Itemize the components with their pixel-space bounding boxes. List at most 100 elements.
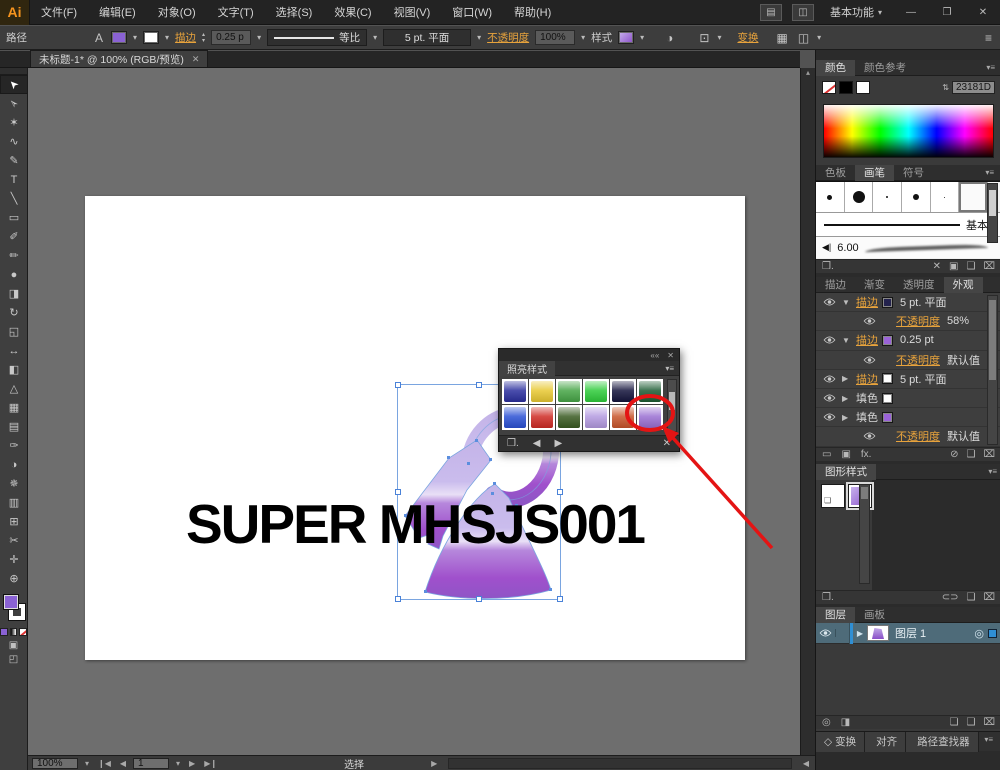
close-tab-icon[interactable]: ✕ bbox=[192, 54, 200, 65]
panel-tab[interactable]: 描边 bbox=[816, 277, 855, 293]
artboard-number-field[interactable]: 1 bbox=[133, 758, 169, 769]
visibility-eye-icon[interactable] bbox=[816, 629, 836, 637]
menu-item[interactable]: 效果(C) bbox=[323, 0, 382, 25]
new-sublayer-icon[interactable]: ❏ bbox=[950, 717, 959, 728]
appearance-row[interactable]: ▶ 填色 bbox=[816, 408, 1000, 427]
tool-button[interactable]: ✎ bbox=[0, 151, 28, 170]
width-profile-select[interactable]: 等比 bbox=[267, 29, 367, 46]
tool-button[interactable]: ↻ bbox=[0, 303, 28, 322]
panel-menu-icon[interactable]: ▾≡ bbox=[984, 735, 997, 744]
panel-tab[interactable]: 图形样式 bbox=[816, 464, 876, 480]
prev-library-icon[interactable]: ◀ bbox=[533, 438, 541, 449]
selection-handle[interactable] bbox=[476, 596, 482, 602]
style-swatch[interactable] bbox=[556, 379, 582, 404]
break-link-icon[interactable]: ✕ bbox=[663, 438, 671, 449]
canvas[interactable]: SUPER MHSJS001 «« ✕ 照亮样式 ▾≡ bbox=[28, 68, 800, 755]
panel-menu-icon[interactable]: ▾≡ bbox=[988, 467, 1000, 476]
remove-brush-stroke-icon[interactable]: ✕ bbox=[933, 261, 941, 272]
appearance-label[interactable]: 描边 bbox=[856, 332, 878, 348]
brush-row-basic[interactable]: 基本 bbox=[816, 213, 1000, 237]
visibility-eye-icon[interactable] bbox=[820, 394, 838, 402]
appearance-row[interactable]: ▶ 填色 bbox=[816, 389, 1000, 408]
appearance-label[interactable]: 描边 bbox=[856, 371, 878, 387]
selection-handle[interactable] bbox=[476, 382, 482, 388]
layer-thumbnail[interactable] bbox=[867, 625, 889, 641]
panel-tab[interactable]: 照亮样式 bbox=[499, 361, 555, 376]
document-layout-icon[interactable]: ◫ bbox=[792, 4, 814, 21]
chevron-down-icon[interactable]: ▾ bbox=[165, 33, 169, 42]
panel-title-bar[interactable]: «« ✕ bbox=[499, 349, 679, 361]
panel-tab[interactable]: 符号 bbox=[894, 165, 933, 181]
tool-button[interactable]: ▥ bbox=[0, 493, 28, 512]
stroke-weight-stepper[interactable]: ▴▾ bbox=[202, 32, 205, 44]
select-similar-icon[interactable]: ⊡ bbox=[697, 31, 711, 45]
panel-menu-icon[interactable]: ▾≡ bbox=[986, 63, 999, 72]
new-effect-icon[interactable]: fx. bbox=[861, 449, 872, 460]
collapsed-panel-tab[interactable]: ◇ 变换 bbox=[816, 732, 865, 752]
style-swatch[interactable] bbox=[637, 379, 663, 404]
none-swatch[interactable] bbox=[822, 81, 836, 94]
opacity-field[interactable]: 100% bbox=[535, 30, 575, 45]
make-clipping-mask-icon[interactable]: ◨ bbox=[841, 717, 850, 728]
appearance-row[interactable]: ▶ 描边 5 pt. 平面 bbox=[816, 370, 1000, 389]
style-swatch[interactable] bbox=[583, 379, 609, 404]
visibility-eye-icon[interactable] bbox=[860, 432, 878, 440]
expander-icon[interactable]: ▼ bbox=[842, 336, 852, 345]
selection-handle[interactable] bbox=[557, 596, 563, 602]
tool-button[interactable]: ✐ bbox=[0, 227, 28, 246]
style-library-panel[interactable]: «« ✕ 照亮样式 ▾≡ bbox=[498, 348, 680, 452]
panel-tab[interactable]: 颜色 bbox=[816, 60, 855, 76]
appearance-label[interactable]: 不透明度 bbox=[896, 428, 940, 444]
tool-button[interactable]: ✶ bbox=[0, 113, 28, 132]
collapsed-panel-tab[interactable]: 路径查找器 bbox=[906, 732, 979, 752]
panel-tab[interactable]: 画笔 bbox=[855, 165, 894, 181]
next-library-icon[interactable]: ▶ bbox=[554, 438, 562, 449]
delete-item-icon[interactable]: ⌧ bbox=[983, 449, 995, 460]
panel-menu-icon[interactable]: ▾≡ bbox=[665, 364, 679, 373]
tool-button[interactable]: ◨ bbox=[0, 284, 28, 303]
fill-well[interactable] bbox=[3, 594, 19, 610]
tool-button[interactable]: ◱ bbox=[0, 322, 28, 341]
menu-item[interactable]: 视图(V) bbox=[383, 0, 442, 25]
style-swatch[interactable] bbox=[502, 405, 528, 430]
brush-swatch[interactable] bbox=[959, 182, 988, 212]
scrollbar[interactable] bbox=[859, 484, 870, 584]
panel-tab[interactable]: 渐变 bbox=[855, 277, 894, 293]
appearance-label[interactable]: 不透明度 bbox=[896, 313, 940, 329]
appearance-swatch[interactable] bbox=[882, 335, 893, 346]
appearance-row[interactable]: 不透明度 默认值 bbox=[816, 351, 1000, 370]
menu-item[interactable]: 窗口(W) bbox=[441, 0, 503, 25]
scrollbar[interactable] bbox=[667, 379, 677, 432]
tool-button[interactable]: ✛ bbox=[0, 550, 28, 569]
graphic-style-swatch[interactable] bbox=[618, 31, 634, 44]
white-swatch[interactable] bbox=[856, 81, 870, 94]
chevron-down-icon[interactable]: ▾ bbox=[817, 33, 821, 42]
clear-appearance-icon[interactable]: ⊘ bbox=[950, 449, 958, 460]
panel-tab[interactable]: 颜色参考 bbox=[855, 60, 915, 76]
new-stroke-icon[interactable]: ▭ bbox=[822, 449, 831, 460]
scrollbar[interactable] bbox=[987, 295, 998, 445]
none-mode-button[interactable] bbox=[19, 628, 27, 636]
distribute-icon[interactable]: ◫ bbox=[796, 31, 811, 45]
tool-button[interactable]: ➢ bbox=[0, 94, 28, 113]
chevron-down-icon[interactable]: ▾ bbox=[640, 33, 644, 42]
document-tab[interactable]: 未标题-1* @ 100% (RGB/预览) ✕ bbox=[30, 50, 208, 67]
appearance-row[interactable]: 不透明度 默认值 bbox=[816, 427, 1000, 446]
tool-button[interactable]: △ bbox=[0, 379, 28, 398]
last-artboard-icon[interactable]: ▶❙ bbox=[202, 759, 219, 768]
swap-colors-icon[interactable]: ⇅ bbox=[942, 83, 949, 92]
screen-mode-icon[interactable]: ◰ bbox=[9, 654, 18, 665]
tool-button[interactable]: ∿ bbox=[0, 132, 28, 151]
menu-item[interactable]: 选择(S) bbox=[265, 0, 324, 25]
brush-swatch[interactable] bbox=[845, 182, 874, 212]
gradient-mode-button[interactable] bbox=[10, 628, 18, 636]
scroll-left-icon[interactable]: ◀ bbox=[801, 759, 811, 768]
expander-icon[interactable]: ▼ bbox=[842, 298, 852, 307]
appearance-swatch[interactable] bbox=[882, 393, 893, 404]
scrollbar-thumb[interactable] bbox=[861, 487, 868, 499]
workspace-switcher[interactable]: 基本功能 ▾ bbox=[824, 4, 888, 20]
collapse-icon[interactable]: «« bbox=[650, 351, 659, 360]
tool-button[interactable]: T bbox=[0, 170, 28, 189]
library-menu-icon[interactable]: ❒. bbox=[507, 438, 519, 449]
visibility-eye-icon[interactable] bbox=[860, 317, 878, 325]
